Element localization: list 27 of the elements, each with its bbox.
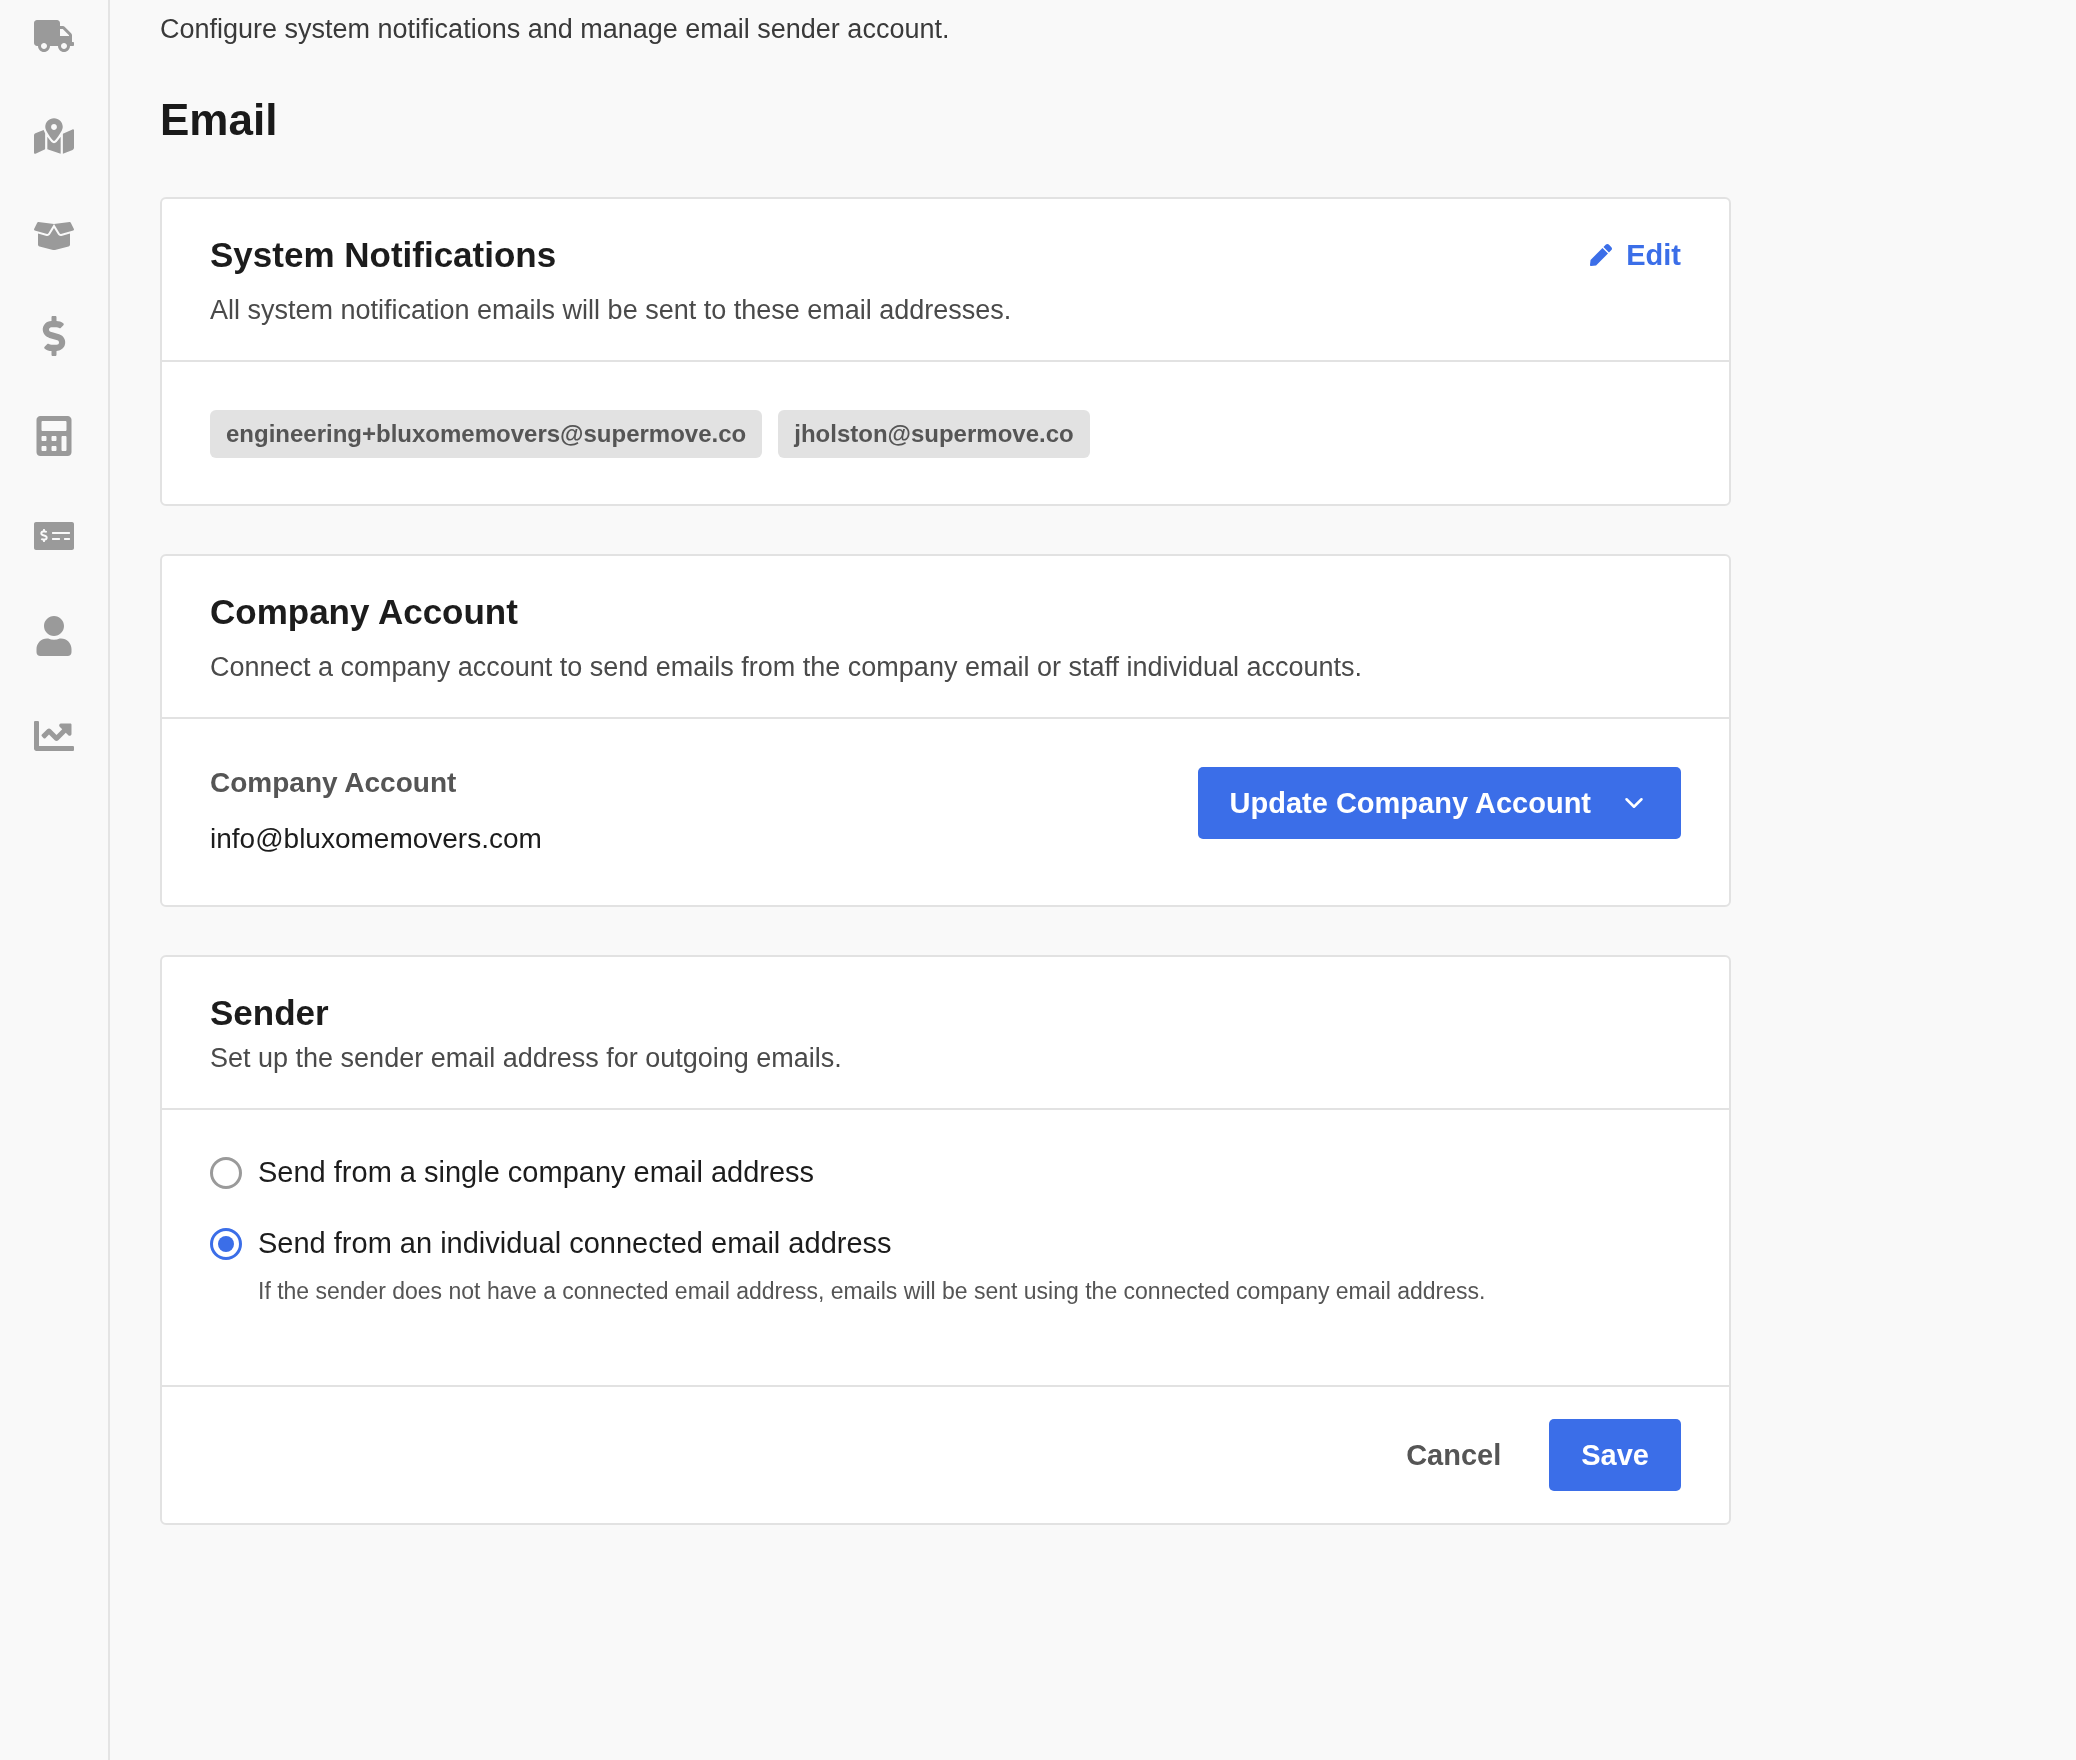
- card-title: Company Account: [210, 592, 519, 632]
- map-pin-icon[interactable]: [34, 116, 74, 156]
- save-button[interactable]: Save: [1549, 1419, 1681, 1491]
- card-description: All system notification emails will be sent to these email addresses.: [210, 295, 1013, 326]
- pencil-icon: [1590, 244, 1613, 266]
- card-description: Connect a company account to send emails from the company email or staff individual accounts.: [210, 652, 1364, 683]
- email-tag: jholston@supermove.co: [778, 410, 1090, 458]
- card-title: Sender: [210, 993, 330, 1033]
- option-label: Send from a single company email address: [258, 1156, 815, 1189]
- card-title: System Notifications: [210, 235, 557, 275]
- edit-link[interactable]: Edit: [1590, 238, 1681, 272]
- cancel-button[interactable]: Cancel: [1406, 1438, 1502, 1472]
- option-label: Send from an individual connected email address: [258, 1227, 892, 1260]
- card-description: Set up the sender email address for outgoing emails.: [210, 1043, 843, 1074]
- field-value: info@bluxomemovers.com: [210, 823, 542, 855]
- update-account-button[interactable]: Update Company Account: [1197, 767, 1681, 839]
- radio-option[interactable]: Send from a single company email address: [210, 1156, 1681, 1189]
- calculator-icon[interactable]: [34, 416, 74, 456]
- radio-button[interactable]: [210, 1156, 242, 1189]
- option-help-text: If the sender does not have a connected email address, emails will be sent using the connected company email address.: [258, 1278, 1487, 1305]
- page-title: Email: [160, 95, 279, 145]
- email-tag: engineering+bluxomemovers@supermove.co: [210, 410, 763, 458]
- page-subtitle: Configure system notifications and manage email sender account.: [160, 14, 951, 45]
- field-label: Company Account: [210, 767, 458, 799]
- radio-button[interactable]: [210, 1227, 242, 1260]
- user-icon[interactable]: [34, 616, 74, 656]
- radio-option[interactable]: Send from an individual connected email address: [210, 1227, 1681, 1260]
